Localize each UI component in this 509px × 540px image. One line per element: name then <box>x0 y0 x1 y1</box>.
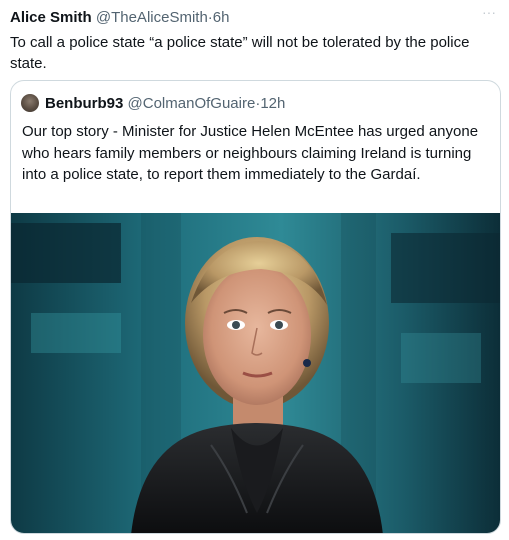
quoted-tweet-time[interactable]: 12h <box>260 95 285 112</box>
tweet-time[interactable]: 6h <box>213 9 230 26</box>
author-handle[interactable]: @TheAliceSmith <box>96 9 208 26</box>
author-name[interactable]: Alice Smith <box>10 9 92 26</box>
quoted-tweet[interactable]: Benburb93 @ColmanOfGuaire · 12h Our top st… <box>10 80 501 534</box>
more-options-icon[interactable]: ··· <box>479 4 499 20</box>
avatar[interactable] <box>21 94 39 112</box>
quoted-tweet-photo[interactable] <box>11 213 500 533</box>
tweet-text: To call a police state “a police state” … <box>10 34 470 72</box>
quoted-author-handle[interactable]: @ColmanOfGuaire <box>128 95 256 112</box>
quoted-author-name[interactable]: Benburb93 <box>45 95 123 112</box>
tweet-header: Alice Smith @TheAliceSmith·6h <box>10 8 229 28</box>
quoted-tweet-text: Our top story - Minister for Justice Hel… <box>22 123 479 183</box>
tweet[interactable]: Alice Smith @TheAliceSmith·6h ··· To cal… <box>0 0 509 540</box>
quoted-tweet-header: Benburb93 @ColmanOfGuaire · 12h <box>21 93 285 113</box>
